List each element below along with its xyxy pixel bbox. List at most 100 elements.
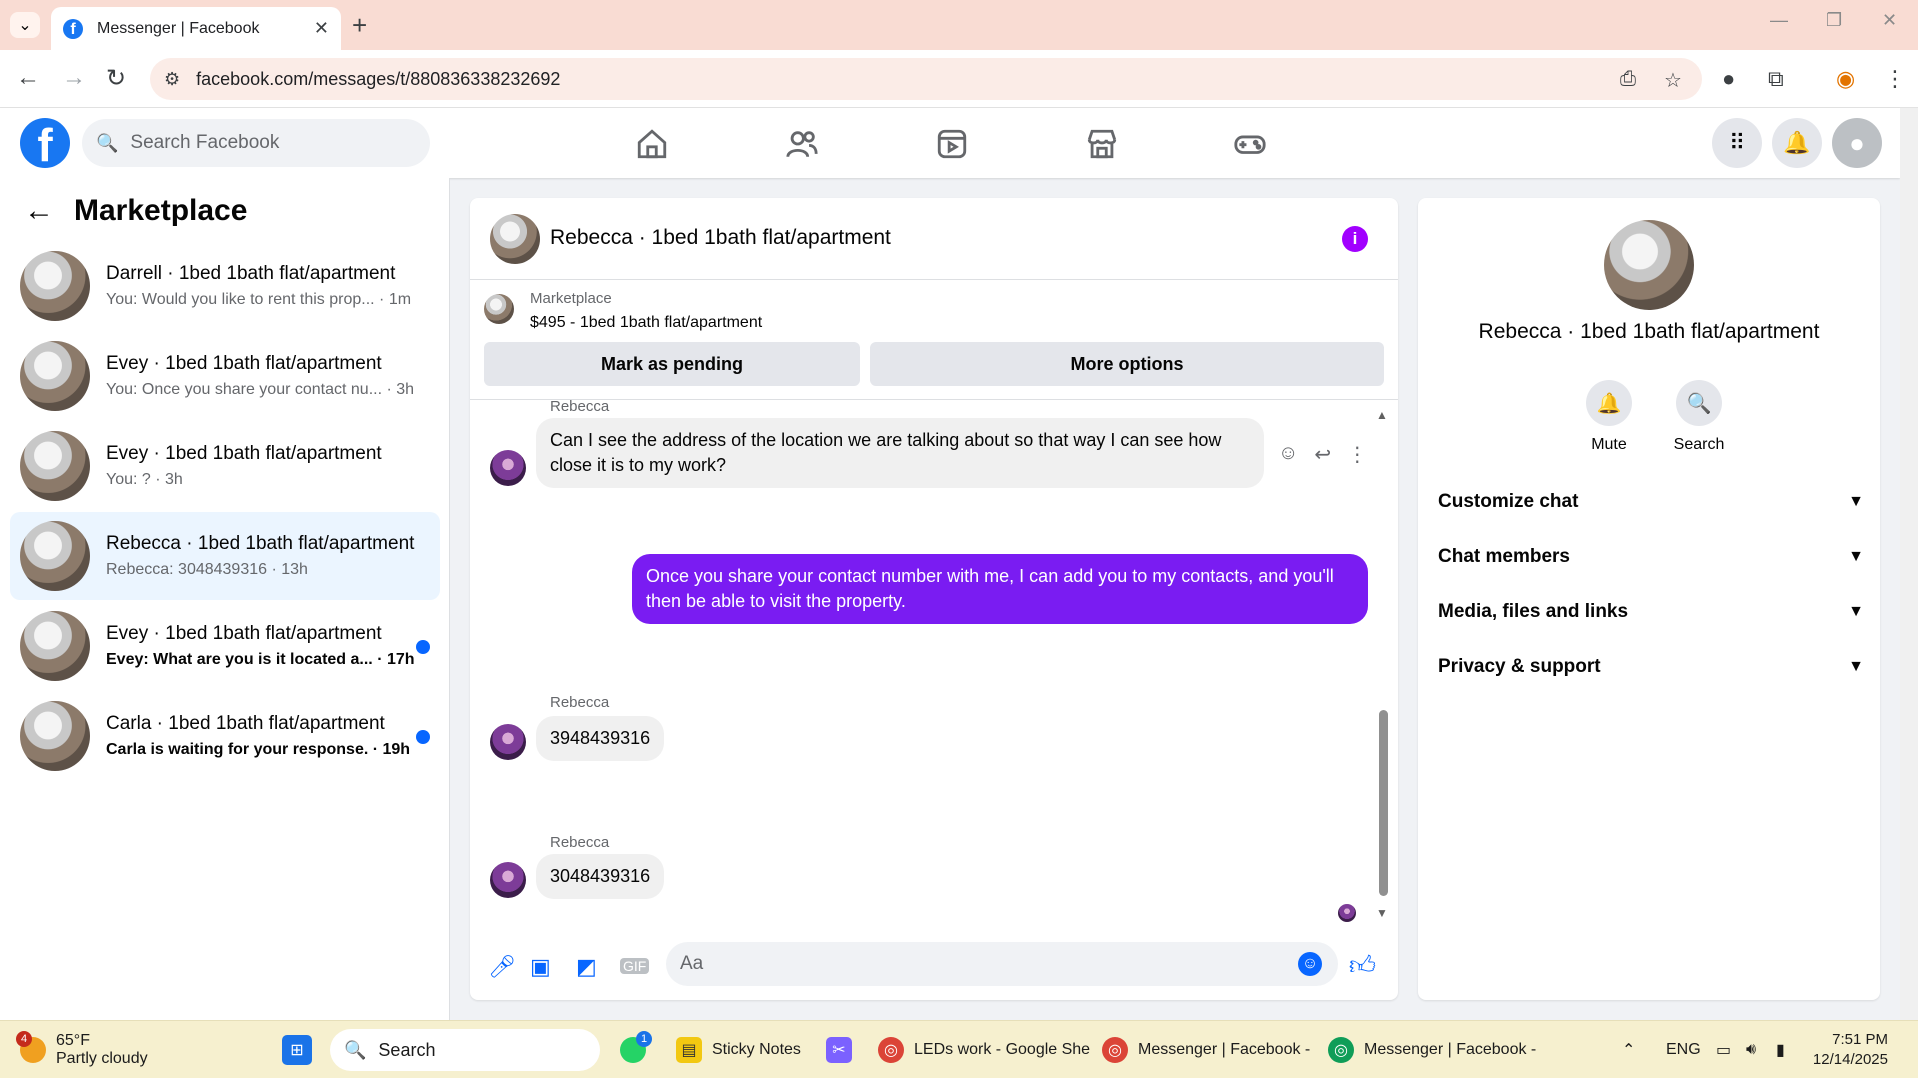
battery-icon[interactable]: ▮ <box>1776 1021 1785 1078</box>
system-clock[interactable]: 7:51 PM 12/14/2025 <box>1813 1030 1888 1070</box>
new-tab-icon[interactable]: + <box>352 10 367 41</box>
reply-icon[interactable]: ↩ <box>1314 442 1331 467</box>
message-bubble-incoming[interactable]: Can I see the address of the location we… <box>536 418 1264 488</box>
conversation-item[interactable]: Evey · 1bed 1bath flat/apartment You: ? … <box>10 422 440 510</box>
cookie-extension-icon[interactable]: ● <box>1722 66 1735 92</box>
scroll-down-icon[interactable]: ▼ <box>1376 906 1388 920</box>
conversation-snippet: You: ? · 3h <box>106 471 183 488</box>
page-scrollbar[interactable] <box>1900 108 1918 1020</box>
conversation-item-active[interactable]: Rebecca · 1bed 1bath flat/apartment Rebe… <box>10 512 440 600</box>
tray-overflow-icon[interactable]: ⌃ <box>1622 1021 1635 1078</box>
profile-icon[interactable]: ◉ <box>1836 66 1855 92</box>
menu-grid-icon[interactable]: ⠿ <box>1712 118 1762 168</box>
windows-logo-icon: ⊞ <box>282 1035 312 1065</box>
scroll-up-icon[interactable]: ▲ <box>1376 408 1388 422</box>
chrome-sheets-taskbar-button[interactable]: ◎ LEDs work - Google She <box>878 1021 1090 1078</box>
more-options-button[interactable]: More options <box>870 342 1384 386</box>
message-actions: ☺ ↩ ⋮ <box>1278 442 1367 467</box>
message-bubble-outgoing[interactable]: Once you share your contact number with … <box>632 554 1368 624</box>
privacy-support-section[interactable]: Privacy & support ▼ <box>1438 645 1864 689</box>
listing-thumbnail <box>484 294 514 324</box>
tab-close-icon[interactable]: ✕ <box>314 18 329 39</box>
chat-members-section[interactable]: Chat members ▼ <box>1438 535 1864 579</box>
search-in-chat-button[interactable]: 🔍 Search <box>1654 380 1744 454</box>
listing-thumbnail <box>20 251 90 321</box>
reload-icon[interactable]: ↻ <box>106 64 126 93</box>
snipping-tool-taskbar-button[interactable]: ✂ <box>826 1021 862 1078</box>
sticky-notes-taskbar-button[interactable]: ▤ Sticky Notes <box>676 1021 801 1078</box>
network-icon[interactable]: ▭ <box>1716 1021 1731 1078</box>
sticker-icon[interactable]: ◩ <box>576 954 597 980</box>
extensions-icon[interactable]: ⧉ <box>1768 66 1784 92</box>
conversation-name: Evey · 1bed 1bath flat/apartment <box>106 443 382 464</box>
tab-search-button[interactable]: ⌄ <box>10 12 40 38</box>
conversation-snippet: You: Once you share your contact nu... ·… <box>106 381 415 398</box>
browser-tab-strip: ⌄ f Messenger | Facebook ✕ + — ❐ ✕ <box>0 0 1918 50</box>
conversation-item[interactable]: Darrell · 1bed 1bath flat/apartment You:… <box>10 242 440 330</box>
customize-chat-section[interactable]: Customize chat ▼ <box>1438 480 1864 524</box>
restore-icon[interactable]: ❐ <box>1826 10 1842 31</box>
notifications-bell-icon[interactable]: 🔔 <box>1772 118 1822 168</box>
site-info-icon[interactable]: ⚙ <box>164 69 180 90</box>
scrollbar-thumb[interactable] <box>1379 710 1388 896</box>
input-language[interactable]: ENG <box>1666 1021 1701 1078</box>
section-label: Privacy & support <box>1438 656 1601 677</box>
sender-avatar[interactable] <box>490 862 526 898</box>
facebook-logo-icon[interactable]: f <box>20 118 70 168</box>
message-bubble-incoming[interactable]: 3048439316 <box>536 854 665 899</box>
whatsapp-taskbar-button[interactable]: 1 <box>620 1021 656 1078</box>
conversation-item[interactable]: Carla · 1bed 1bath flat/apartment Carla … <box>10 692 440 780</box>
profile-avatar[interactable] <box>1604 220 1694 310</box>
minimize-icon[interactable]: — <box>1770 10 1788 31</box>
gaming-nav-icon[interactable] <box>1220 124 1280 164</box>
close-window-icon[interactable]: ✕ <box>1882 10 1897 31</box>
emoji-icon[interactable]: ☺ <box>1298 952 1322 976</box>
info-icon[interactable]: i <box>1342 226 1368 252</box>
mute-label: Mute <box>1591 436 1627 453</box>
messages-scrollbar[interactable]: ▲ ▼ <box>1376 408 1390 920</box>
weather-widget[interactable]: 4 65°F Partly cloudy <box>16 1021 148 1078</box>
forward-icon[interactable]: → <box>62 64 86 92</box>
browser-tab[interactable]: f Messenger | Facebook ✕ <box>51 7 341 50</box>
like-thumbs-up-icon[interactable]: 👍︎ <box>1349 950 1376 981</box>
react-emoji-icon[interactable]: ☺ <box>1278 442 1298 467</box>
marketplace-nav-icon[interactable] <box>1072 124 1132 164</box>
media-files-links-section[interactable]: Media, files and links ▼ <box>1438 590 1864 634</box>
bell-icon: 🔔 <box>1586 380 1632 426</box>
conversation-name: Rebecca · 1bed 1bath flat/apartment <box>106 533 415 554</box>
friends-nav-icon[interactable] <box>772 124 832 164</box>
gif-icon[interactable]: GIF <box>620 958 650 974</box>
mark-as-pending-button[interactable]: Mark as pending <box>484 342 860 386</box>
account-silhouette-icon: ● <box>1849 127 1865 158</box>
video-nav-icon[interactable] <box>922 124 982 164</box>
taskbar-search[interactable]: 🔍 Search <box>330 1029 600 1071</box>
facebook-search-input[interactable]: 🔍 Search Facebook <box>82 119 430 167</box>
home-nav-icon[interactable] <box>622 124 682 164</box>
more-kebab-icon[interactable]: ⋮ <box>1347 442 1367 467</box>
address-bar[interactable]: ⚙ facebook.com/messages/t/88083633823269… <box>150 58 1702 100</box>
attach-photo-icon[interactable]: ▣ <box>530 954 551 980</box>
back-arrow-icon[interactable]: ← <box>24 194 54 228</box>
install-app-icon[interactable]: ⎙ <box>1620 68 1636 91</box>
start-button[interactable]: ⊞ <box>282 1021 322 1078</box>
back-icon[interactable]: ← <box>16 64 40 92</box>
conversation-item[interactable]: Evey · 1bed 1bath flat/apartment Evey: W… <box>10 602 440 690</box>
message-bubble-incoming[interactable]: 3948439316 <box>536 716 665 761</box>
chat-avatar[interactable] <box>490 214 540 264</box>
message-input[interactable]: Aa ☺ <box>666 942 1338 986</box>
mute-button[interactable]: 🔔 Mute <box>1564 380 1654 454</box>
chrome-messenger-taskbar-button-2[interactable]: ◎ Messenger | Facebook - <box>1328 1021 1536 1078</box>
sender-avatar[interactable] <box>490 450 526 486</box>
chat-title[interactable]: Rebecca · 1bed 1bath flat/apartment <box>550 226 891 250</box>
conversation-name: Evey · 1bed 1bath flat/apartment <box>106 353 382 374</box>
account-avatar[interactable]: ● <box>1832 118 1882 168</box>
conversation-item[interactable]: Evey · 1bed 1bath flat/apartment You: On… <box>10 332 440 420</box>
microphone-icon[interactable]: 🎤︎ <box>488 954 516 980</box>
sender-avatar[interactable] <box>490 724 526 760</box>
chrome-messenger-taskbar-button[interactable]: ◎ Messenger | Facebook - <box>1102 1021 1310 1078</box>
menu-kebab-icon[interactable]: ⋮ <box>1884 66 1906 92</box>
search-icon: 🔍 <box>1676 380 1722 426</box>
bookmark-star-icon[interactable]: ☆ <box>1664 68 1682 93</box>
weather-icon: 4 <box>16 1031 46 1063</box>
volume-icon[interactable]: 🔊︎ <box>1746 1021 1756 1078</box>
